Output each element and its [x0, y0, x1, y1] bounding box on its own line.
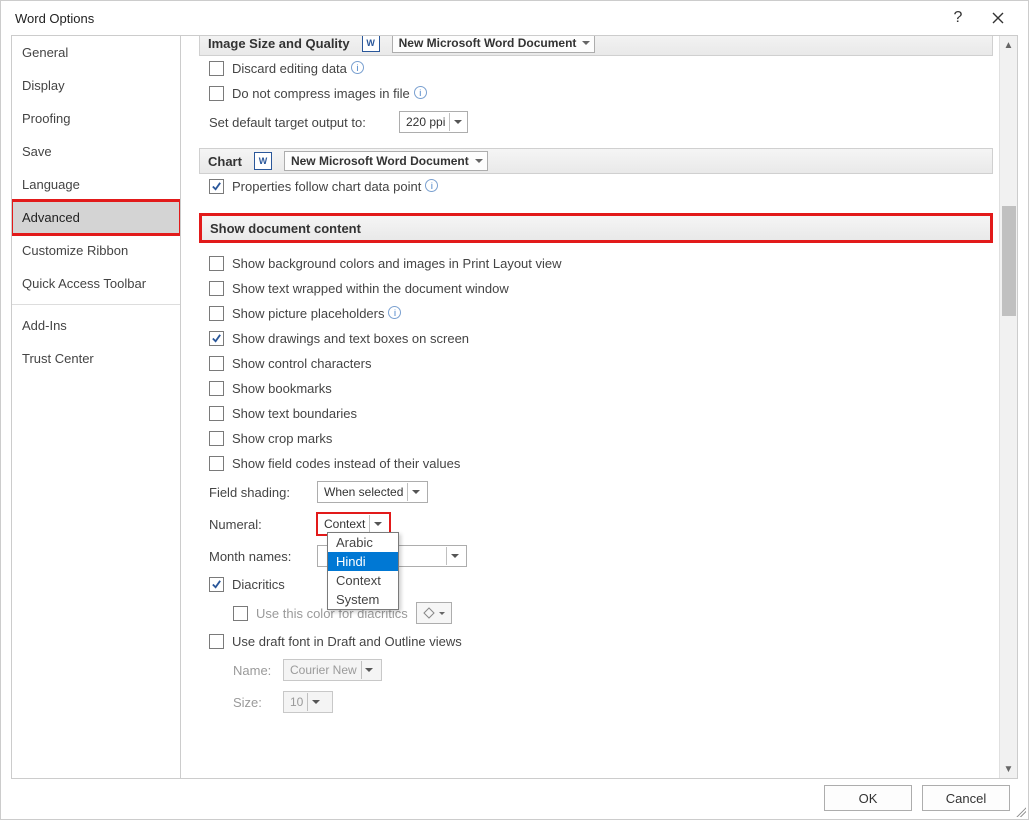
diacritics-color-picker[interactable]	[416, 602, 452, 624]
diacritics-color-checkbox[interactable]	[233, 606, 248, 621]
numeral-option-hindi[interactable]: Hindi	[328, 552, 398, 571]
section-image-size-quality: Image Size and Quality W New Microsoft W…	[199, 36, 993, 56]
sidebar-item-add-ins[interactable]: Add-Ins	[12, 309, 180, 342]
sidebar-item-proofing[interactable]: Proofing	[12, 102, 180, 135]
sidebar-item-advanced[interactable]: Advanced	[12, 201, 180, 234]
sidebar-item-language[interactable]: Language	[12, 168, 180, 201]
show-control-chars-checkbox[interactable]	[209, 356, 224, 371]
resize-grip[interactable]	[1014, 805, 1026, 817]
info-icon[interactable]: i	[351, 61, 364, 74]
category-sidebar: General Display Proofing Save Language A…	[11, 35, 181, 779]
diacritics-checkbox[interactable]	[209, 577, 224, 592]
show-wrapped-text-checkbox[interactable]	[209, 281, 224, 296]
properties-follow-chart-label: Properties follow chart data pointi	[232, 179, 438, 194]
show-bookmarks-checkbox[interactable]	[209, 381, 224, 396]
show-bg-colors-checkbox[interactable]	[209, 256, 224, 271]
section-chart: Chart W New Microsoft Word Document	[199, 148, 993, 174]
show-picture-placeholders-label: Show picture placeholdersi	[232, 306, 401, 321]
show-bookmarks-label: Show bookmarks	[232, 381, 332, 396]
section-image-title: Image Size and Quality	[208, 36, 350, 51]
sidebar-item-customize-ribbon[interactable]: Customize Ribbon	[12, 234, 180, 267]
numeral-option-arabic[interactable]: Arabic	[328, 533, 398, 552]
show-drawings-checkbox[interactable]	[209, 331, 224, 346]
info-icon[interactable]: i	[414, 86, 427, 99]
sidebar-item-save[interactable]: Save	[12, 135, 180, 168]
show-control-chars-label: Show control characters	[232, 356, 371, 371]
properties-follow-chart-checkbox[interactable]	[209, 179, 224, 194]
vertical-scrollbar[interactable]: ▲ ▼	[999, 36, 1017, 778]
section-chart-title: Chart	[208, 154, 242, 169]
use-draft-font-checkbox[interactable]	[209, 634, 224, 649]
scrollbar-down-icon[interactable]: ▼	[1000, 760, 1017, 778]
numeral-dropdown: Arabic Hindi Context System	[327, 532, 399, 610]
show-field-codes-label: Show field codes instead of their values	[232, 456, 460, 471]
sidebar-item-quick-access-toolbar[interactable]: Quick Access Toolbar	[12, 267, 180, 300]
show-crop-marks-checkbox[interactable]	[209, 431, 224, 446]
close-button[interactable]	[978, 3, 1018, 33]
default-target-output-label: Set default target output to:	[209, 115, 399, 130]
help-button[interactable]: ?	[938, 3, 978, 33]
use-draft-font-label: Use draft font in Draft and Outline view…	[232, 634, 462, 649]
month-names-label: Month names:	[209, 549, 317, 564]
sidebar-item-general[interactable]: General	[12, 36, 180, 69]
show-field-codes-checkbox[interactable]	[209, 456, 224, 471]
show-text-boundaries-label: Show text boundaries	[232, 406, 357, 421]
image-quality-doc-select[interactable]: New Microsoft Word Document	[392, 36, 596, 53]
section-show-document-content: Show document content	[199, 213, 993, 243]
default-target-output-select[interactable]: 220 ppi	[399, 111, 468, 133]
word-doc-icon: W	[362, 36, 380, 52]
show-drawings-label: Show drawings and text boxes on screen	[232, 331, 469, 346]
discard-editing-data-checkbox[interactable]	[209, 61, 224, 76]
draft-font-name-select: Courier New	[283, 659, 382, 681]
do-not-compress-checkbox[interactable]	[209, 86, 224, 101]
info-icon[interactable]: i	[425, 179, 438, 192]
chart-doc-select[interactable]: New Microsoft Word Document	[284, 151, 488, 171]
field-shading-select[interactable]: When selected	[317, 481, 428, 503]
ok-button[interactable]: OK	[824, 785, 912, 811]
discard-editing-data-label: Discard editing datai	[232, 61, 364, 76]
dialog-title: Word Options	[15, 11, 94, 26]
section-showdoc-title: Show document content	[210, 221, 361, 236]
numeral-label: Numeral:	[209, 517, 317, 532]
do-not-compress-label: Do not compress images in filei	[232, 86, 427, 101]
numeral-option-context[interactable]: Context	[328, 571, 398, 590]
draft-font-size-label: Size:	[233, 695, 283, 710]
show-bg-colors-label: Show background colors and images in Pri…	[232, 256, 562, 271]
info-icon[interactable]: i	[388, 306, 401, 319]
diacritics-label: Diacritics	[232, 577, 285, 592]
show-picture-placeholders-checkbox[interactable]	[209, 306, 224, 321]
sidebar-item-display[interactable]: Display	[12, 69, 180, 102]
show-text-boundaries-checkbox[interactable]	[209, 406, 224, 421]
scrollbar-thumb[interactable]	[1002, 206, 1016, 316]
numeral-option-system[interactable]: System	[328, 590, 398, 609]
cancel-button[interactable]: Cancel	[922, 785, 1010, 811]
draft-font-name-label: Name:	[233, 663, 283, 678]
sidebar-item-trust-center[interactable]: Trust Center	[12, 342, 180, 375]
show-crop-marks-label: Show crop marks	[232, 431, 332, 446]
draft-font-size-select: 10	[283, 691, 333, 713]
word-doc-icon: W	[254, 152, 272, 170]
field-shading-label: Field shading:	[209, 485, 317, 500]
scrollbar-up-icon[interactable]: ▲	[1000, 36, 1017, 54]
show-wrapped-text-label: Show text wrapped within the document wi…	[232, 281, 509, 296]
